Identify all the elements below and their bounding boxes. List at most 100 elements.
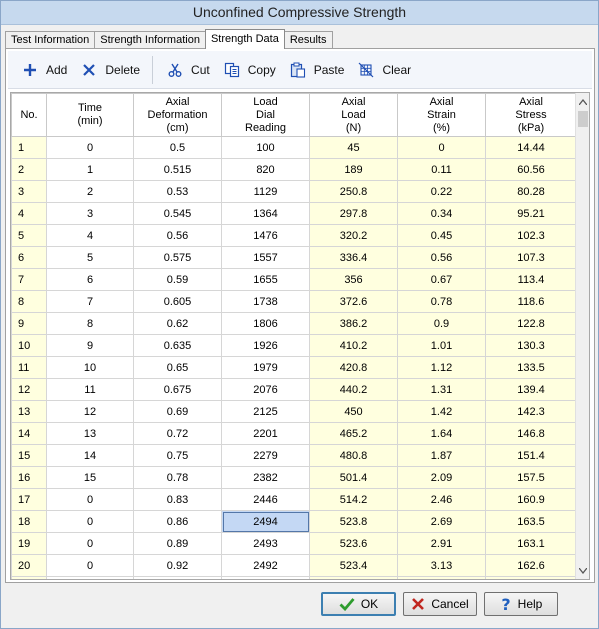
data-cell[interactable]: 0.545 bbox=[133, 202, 222, 225]
table-row[interactable]: 14 13 0.72 2201 465.2 1.64 146.8 bbox=[11, 422, 577, 445]
data-cell[interactable]: 0.72 bbox=[133, 422, 222, 445]
column-header[interactable]: Axial Deformation (cm) bbox=[133, 93, 222, 137]
data-cell[interactable]: 0 bbox=[46, 488, 134, 511]
data-cell[interactable]: 0 bbox=[46, 554, 134, 577]
data-cell[interactable]: 0 bbox=[46, 510, 134, 533]
data-cell[interactable]: 0.605 bbox=[133, 290, 222, 313]
data-cell[interactable]: 1979 bbox=[221, 356, 310, 379]
data-cell[interactable]: 13 bbox=[46, 422, 134, 445]
data-cell[interactable]: 1806 bbox=[221, 312, 310, 335]
data-cell[interactable]: 2279 bbox=[221, 444, 310, 467]
table-row[interactable]: 17 0 0.83 2446 514.2 2.46 160.9 bbox=[11, 488, 577, 511]
data-cell[interactable]: 1129 bbox=[221, 180, 310, 203]
data-cell[interactable]: 1557 bbox=[221, 246, 310, 269]
data-grid[interactable]: No. Time (min) Axial Deformation (cm) Load … bbox=[10, 92, 590, 580]
data-cell[interactable]: 1476 bbox=[221, 224, 310, 247]
table-row[interactable]: 10 9 0.635 1926 410.2 1.01 130.3 bbox=[11, 334, 577, 357]
data-cell[interactable]: 1655 bbox=[221, 268, 310, 291]
data-cell[interactable] bbox=[221, 576, 310, 579]
column-header[interactable]: Load Dial Reading bbox=[221, 93, 310, 137]
column-header[interactable]: Axial Load (N) bbox=[309, 93, 398, 137]
help-button[interactable]: ? Help bbox=[484, 592, 558, 616]
data-cell[interactable]: 2 bbox=[46, 180, 134, 203]
tab-strength-information[interactable]: Strength Information bbox=[94, 31, 206, 49]
data-cell[interactable]: 0 bbox=[46, 136, 134, 159]
vertical-scrollbar[interactable] bbox=[575, 93, 589, 579]
tab-results[interactable]: Results bbox=[283, 31, 333, 49]
data-cell[interactable]: 0.5 bbox=[133, 136, 222, 159]
table-row[interactable]: 5 4 0.56 1476 320.2 0.45 102.3 bbox=[11, 224, 577, 247]
column-header[interactable]: Axial Stress (kPa) bbox=[485, 93, 577, 137]
data-cell[interactable] bbox=[133, 576, 222, 579]
data-cell[interactable]: 0.675 bbox=[133, 378, 222, 401]
data-cell[interactable]: 8 bbox=[46, 312, 134, 335]
table-row[interactable]: 4 3 0.545 1364 297.8 0.34 95.21 bbox=[11, 202, 577, 225]
table-row[interactable]: 3 2 0.53 1129 250.8 0.22 80.28 bbox=[11, 180, 577, 203]
data-cell[interactable]: 9 bbox=[46, 334, 134, 357]
data-cell[interactable]: 5 bbox=[46, 246, 134, 269]
table-row[interactable]: 18 0 0.86 2494 523.8 2.69 163.5 bbox=[11, 510, 577, 533]
data-cell[interactable]: 2446 bbox=[221, 488, 310, 511]
copy-button[interactable]: Copy bbox=[216, 57, 282, 83]
tab-test-information[interactable]: Test Information bbox=[5, 31, 96, 49]
data-cell[interactable]: 0.92 bbox=[133, 554, 222, 577]
data-cell[interactable]: 0.62 bbox=[133, 312, 222, 335]
data-cell[interactable]: 1 bbox=[46, 158, 134, 181]
data-cell[interactable]: 2125 bbox=[221, 400, 310, 423]
table-row[interactable]: 11 10 0.65 1979 420.8 1.12 133.5 bbox=[11, 356, 577, 379]
column-header[interactable]: No. bbox=[11, 93, 47, 137]
data-cell[interactable]: 0.575 bbox=[133, 246, 222, 269]
table-row[interactable]: 9 8 0.62 1806 386.2 0.9 122.8 bbox=[11, 312, 577, 335]
scroll-down-arrow-icon[interactable] bbox=[576, 562, 589, 579]
ok-button[interactable]: OK bbox=[321, 592, 396, 616]
data-cell[interactable]: 0.53 bbox=[133, 180, 222, 203]
column-header[interactable]: Axial Strain (%) bbox=[397, 93, 486, 137]
table-row[interactable]: 15 14 0.75 2279 480.8 1.87 151.4 bbox=[11, 444, 577, 467]
data-cell[interactable]: 0 bbox=[46, 532, 134, 555]
data-cell[interactable]: 2076 bbox=[221, 378, 310, 401]
data-cell[interactable]: 1738 bbox=[221, 290, 310, 313]
table-row[interactable]: 19 0 0.89 2493 523.6 2.91 163.1 bbox=[11, 532, 577, 555]
data-cell[interactable]: 2201 bbox=[221, 422, 310, 445]
clear-button[interactable]: Clear bbox=[350, 57, 417, 83]
selected-cell[interactable]: 2494 bbox=[221, 510, 310, 533]
data-cell[interactable]: 1926 bbox=[221, 334, 310, 357]
delete-button[interactable]: Delete bbox=[73, 57, 146, 83]
scroll-up-arrow-icon[interactable] bbox=[576, 93, 589, 110]
data-cell[interactable]: 4 bbox=[46, 224, 134, 247]
data-cell[interactable]: 0.78 bbox=[133, 466, 222, 489]
data-cell[interactable]: 14 bbox=[46, 444, 134, 467]
data-cell[interactable]: 0.56 bbox=[133, 224, 222, 247]
data-cell[interactable]: 12 bbox=[46, 400, 134, 423]
data-cell[interactable] bbox=[46, 576, 134, 579]
add-button[interactable]: Add bbox=[14, 57, 73, 83]
column-header[interactable]: Time (min) bbox=[46, 93, 134, 137]
data-cell[interactable]: 15 bbox=[46, 466, 134, 489]
data-cell[interactable]: 6 bbox=[46, 268, 134, 291]
data-cell[interactable]: 2492 bbox=[221, 554, 310, 577]
data-cell[interactable]: 820 bbox=[221, 158, 310, 181]
data-cell[interactable]: 0.515 bbox=[133, 158, 222, 181]
table-row[interactable]: 16 15 0.78 2382 501.4 2.09 157.5 bbox=[11, 466, 577, 489]
data-cell[interactable]: 11 bbox=[46, 378, 134, 401]
data-cell[interactable]: 0.635 bbox=[133, 334, 222, 357]
data-cell[interactable]: 10 bbox=[46, 356, 134, 379]
data-cell[interactable]: 0.59 bbox=[133, 268, 222, 291]
data-cell[interactable]: 0.86 bbox=[133, 510, 222, 533]
table-row[interactable]: 20 0 0.92 2492 523.4 3.13 162.6 bbox=[11, 554, 577, 577]
data-cell[interactable]: 2493 bbox=[221, 532, 310, 555]
data-cell[interactable]: 1364 bbox=[221, 202, 310, 225]
data-cell[interactable]: 3 bbox=[46, 202, 134, 225]
scroll-thumb[interactable] bbox=[578, 111, 588, 127]
cancel-button[interactable]: Cancel bbox=[403, 592, 477, 616]
data-cell[interactable]: 0.69 bbox=[133, 400, 222, 423]
table-row[interactable]: 6 5 0.575 1557 336.4 0.56 107.3 bbox=[11, 246, 577, 269]
data-cell[interactable]: 0.75 bbox=[133, 444, 222, 467]
cut-button[interactable]: Cut bbox=[159, 57, 216, 83]
table-row[interactable]: 12 11 0.675 2076 440.2 1.31 139.4 bbox=[11, 378, 577, 401]
table-row[interactable]: 8 7 0.605 1738 372.6 0.78 118.6 bbox=[11, 290, 577, 313]
data-cell[interactable]: 100 bbox=[221, 136, 310, 159]
table-row[interactable]: 13 12 0.69 2125 450 1.42 142.3 bbox=[11, 400, 577, 423]
data-cell[interactable]: 2382 bbox=[221, 466, 310, 489]
paste-button[interactable]: Paste bbox=[282, 57, 351, 83]
